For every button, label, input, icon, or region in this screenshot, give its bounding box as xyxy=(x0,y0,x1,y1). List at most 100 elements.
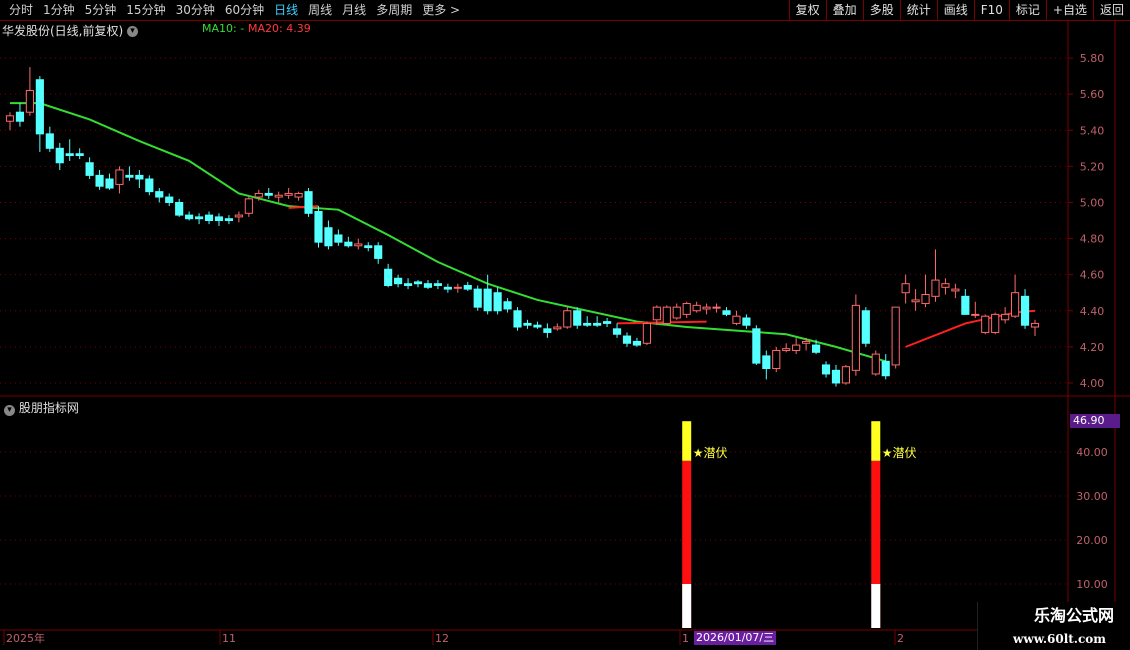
time-tick-label: 2 xyxy=(897,632,904,645)
signal-bar-white xyxy=(682,584,692,628)
candle-body xyxy=(185,214,194,220)
candle-body xyxy=(821,364,831,375)
indicator-name: 股朋指标网 xyxy=(18,401,79,415)
collapse-icon[interactable]: ▾ xyxy=(4,405,15,416)
candle-body xyxy=(692,304,701,312)
indicator-value-badge: 46.90 xyxy=(1070,414,1120,428)
candle-body xyxy=(1001,313,1010,321)
candle-body xyxy=(25,90,34,113)
candle-body xyxy=(1030,322,1040,328)
candle-body xyxy=(861,310,870,344)
candle-body xyxy=(881,360,890,377)
candle-body xyxy=(204,214,214,222)
candle-body xyxy=(931,279,940,297)
candle-body xyxy=(991,313,1000,333)
candle-body xyxy=(603,321,612,324)
candle-body xyxy=(264,192,273,196)
price-tick-label: 5.20 xyxy=(1080,160,1105,173)
candle-body xyxy=(423,283,433,288)
candle-body xyxy=(314,210,323,243)
signal-label: ★潜伏 xyxy=(693,446,728,460)
indicator-tick-label: 30.00 xyxy=(1076,490,1108,503)
candle-body xyxy=(403,283,413,286)
candle-body xyxy=(961,295,970,315)
candle-body xyxy=(165,196,174,203)
watermark-url: www.60lt.com xyxy=(1013,632,1106,646)
candle-body xyxy=(682,303,691,315)
candle-body xyxy=(194,216,204,220)
candle-body xyxy=(662,306,671,324)
candle-body xyxy=(573,310,582,326)
candle-body xyxy=(35,79,44,135)
candle-body xyxy=(851,304,860,371)
candle-body xyxy=(324,227,333,247)
candle-body xyxy=(622,335,632,344)
candle-body xyxy=(523,322,532,326)
candle-body xyxy=(254,192,263,198)
candle-body xyxy=(75,153,84,157)
candle-body xyxy=(593,322,602,326)
candle-body xyxy=(115,169,124,185)
candle-body xyxy=(732,315,741,324)
candle-body xyxy=(483,288,492,312)
candle-body xyxy=(792,344,801,351)
candle-body xyxy=(672,306,681,319)
candle-body xyxy=(543,328,552,333)
candle-body xyxy=(702,306,711,310)
candle-body xyxy=(503,301,512,310)
candle-body xyxy=(811,344,821,353)
candle-body xyxy=(782,348,791,351)
candle-body xyxy=(354,243,363,247)
price-tick-label: 4.20 xyxy=(1080,341,1105,354)
candle-body xyxy=(125,174,134,178)
candle-body xyxy=(891,306,900,366)
candle-body xyxy=(513,310,522,328)
candle-body xyxy=(941,283,950,288)
candle-body xyxy=(632,340,642,346)
candle-body xyxy=(244,198,253,214)
price-tick-label: 4.00 xyxy=(1080,377,1105,390)
candle-body xyxy=(15,111,25,122)
indicator-panel-title: ▾ 股朋指标网 xyxy=(4,399,79,416)
signal-bar-yellow xyxy=(682,421,692,461)
ma20-line-segment xyxy=(617,320,707,325)
time-tick-label: 2025年 xyxy=(6,631,45,645)
candle-body xyxy=(981,315,990,333)
candle-body xyxy=(45,133,54,149)
candle-body xyxy=(334,234,343,243)
candle-body xyxy=(284,192,293,196)
candle-body xyxy=(1020,295,1030,326)
price-tick-label: 4.60 xyxy=(1080,269,1105,282)
candle-body xyxy=(224,218,234,222)
indicator-tick-label: 20.00 xyxy=(1076,534,1108,547)
candle-body xyxy=(155,191,164,198)
candle-body xyxy=(533,324,542,328)
candle-body xyxy=(394,277,403,285)
candle-body xyxy=(871,353,880,375)
candle-body xyxy=(145,178,154,193)
kline-chart[interactable]: 5.80 5.60 5.40 5.20 5.00 4.80 4.60 4.40 4.20 4.00… xyxy=(0,0,1130,650)
candle-body xyxy=(364,245,373,249)
price-tick-label: 5.80 xyxy=(1080,52,1105,65)
candle-body xyxy=(772,349,781,370)
indicator-tick-label: 40.00 xyxy=(1076,446,1108,459)
candle-body xyxy=(652,306,661,321)
candle-body xyxy=(95,174,104,187)
candle-body xyxy=(453,286,462,289)
watermark-name: 乐淘公式网 xyxy=(1033,606,1114,625)
candle-body xyxy=(304,191,313,214)
signal-bar-yellow xyxy=(871,421,881,461)
signal-bar-white xyxy=(871,584,881,628)
candle-body xyxy=(463,284,472,290)
price-tick-label: 4.80 xyxy=(1080,233,1105,246)
candle-body xyxy=(5,115,15,122)
candle-body xyxy=(175,201,184,216)
cursor-date-label: 2026/01/07/三 xyxy=(694,631,777,645)
candle-body xyxy=(294,192,303,198)
candle-body xyxy=(802,340,811,344)
price-tick-label: 4.40 xyxy=(1080,305,1105,318)
candle-body xyxy=(951,288,960,292)
ma10-line xyxy=(10,102,887,363)
candle-body xyxy=(612,328,622,335)
candle-body xyxy=(742,317,751,326)
